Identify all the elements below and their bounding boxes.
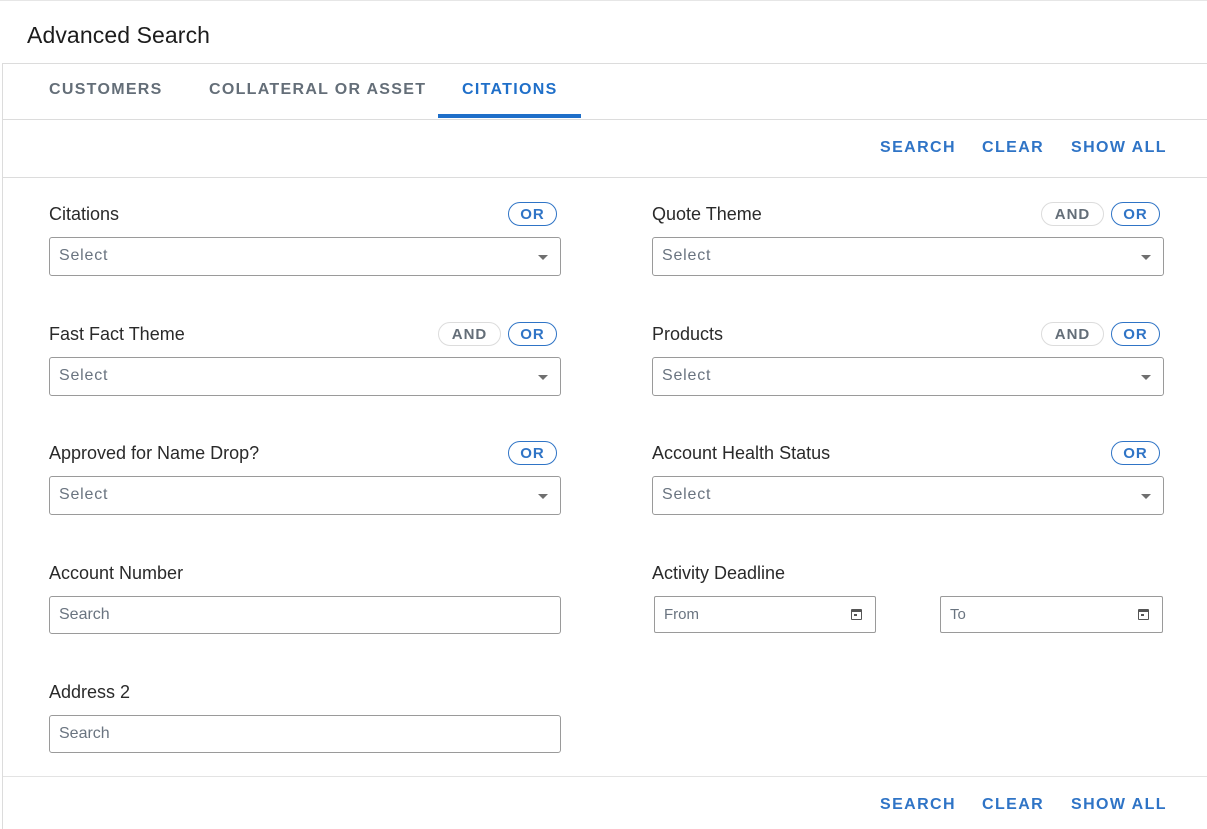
calendar-icon[interactable]: [1138, 609, 1149, 620]
account-health-status-select[interactable]: Select: [652, 476, 1164, 515]
show-all-button-bottom[interactable]: SHOW ALL: [1071, 796, 1167, 814]
citations-or-toggle[interactable]: OR: [508, 202, 557, 226]
date-from-placeholder: From: [664, 606, 699, 623]
tab-collateral-or-asset[interactable]: COLLATERAL OR ASSET: [209, 81, 426, 105]
products-label: Products: [652, 324, 724, 344]
search-button-top[interactable]: SEARCH: [880, 139, 956, 157]
fast-fact-theme-or-toggle[interactable]: OR: [508, 322, 557, 346]
account-number-label: Account Number: [49, 563, 184, 583]
page-header: Advanced Search: [0, 0, 1207, 64]
show-all-button-top[interactable]: SHOW ALL: [1071, 139, 1167, 157]
account-health-status-or-toggle[interactable]: OR: [1111, 441, 1160, 465]
products-select[interactable]: Select: [652, 357, 1164, 396]
caret-down-icon: [1141, 255, 1151, 260]
clear-button-top[interactable]: CLEAR: [982, 139, 1044, 157]
approved-name-drop-select[interactable]: Select: [49, 476, 561, 515]
search-panel: CUSTOMERS COLLATERAL OR ASSET CITATIONS …: [2, 63, 1207, 829]
fast-fact-theme-and-toggle[interactable]: AND: [438, 322, 501, 346]
quote-theme-and-toggle[interactable]: AND: [1041, 202, 1104, 226]
quote-theme-select[interactable]: Select: [652, 237, 1164, 276]
tab-bar: CUSTOMERS COLLATERAL OR ASSET CITATIONS: [3, 64, 1207, 120]
approved-name-drop-label: Approved for Name Drop?: [49, 443, 260, 463]
bottom-action-bar: SEARCH CLEAR SHOW ALL: [3, 776, 1207, 829]
caret-down-icon: [538, 255, 548, 260]
account-health-status-select-placeholder: Select: [662, 486, 712, 503]
address-2-input[interactable]: [49, 715, 561, 753]
address-2-label: Address 2: [49, 682, 131, 702]
citations-label: Citations: [49, 204, 120, 224]
citations-select[interactable]: Select: [49, 237, 561, 276]
caret-down-icon: [538, 494, 548, 499]
page-title: Advanced Search: [27, 22, 211, 48]
activity-deadline-to-input[interactable]: To: [940, 596, 1163, 633]
approved-name-drop-or-toggle[interactable]: OR: [508, 441, 557, 465]
fast-fact-theme-select-placeholder: Select: [59, 367, 109, 384]
caret-down-icon: [538, 375, 548, 380]
tab-citations[interactable]: CITATIONS: [462, 81, 558, 105]
top-action-bar: SEARCH CLEAR SHOW ALL: [3, 120, 1207, 178]
active-tab-indicator: [438, 114, 581, 118]
quote-theme-or-toggle[interactable]: OR: [1111, 202, 1160, 226]
fast-fact-theme-label: Fast Fact Theme: [49, 324, 185, 344]
products-and-toggle[interactable]: AND: [1041, 322, 1104, 346]
approved-name-drop-select-placeholder: Select: [59, 486, 109, 503]
activity-deadline-label: Activity Deadline: [652, 563, 786, 583]
account-health-status-label: Account Health Status: [652, 443, 831, 463]
clear-button-bottom[interactable]: CLEAR: [982, 796, 1044, 814]
tab-customers[interactable]: CUSTOMERS: [49, 81, 163, 105]
caret-down-icon: [1141, 375, 1151, 380]
quote-theme-label: Quote Theme: [652, 204, 762, 224]
search-button-bottom[interactable]: SEARCH: [880, 796, 956, 814]
citations-select-placeholder: Select: [59, 247, 109, 264]
caret-down-icon: [1141, 494, 1151, 499]
quote-theme-select-placeholder: Select: [662, 247, 712, 264]
account-number-input[interactable]: [49, 596, 561, 634]
fast-fact-theme-select[interactable]: Select: [49, 357, 561, 396]
date-to-placeholder: To: [950, 606, 966, 623]
activity-deadline-from-input[interactable]: From: [654, 596, 876, 633]
products-select-placeholder: Select: [662, 367, 712, 384]
products-or-toggle[interactable]: OR: [1111, 322, 1160, 346]
calendar-icon[interactable]: [851, 609, 862, 620]
